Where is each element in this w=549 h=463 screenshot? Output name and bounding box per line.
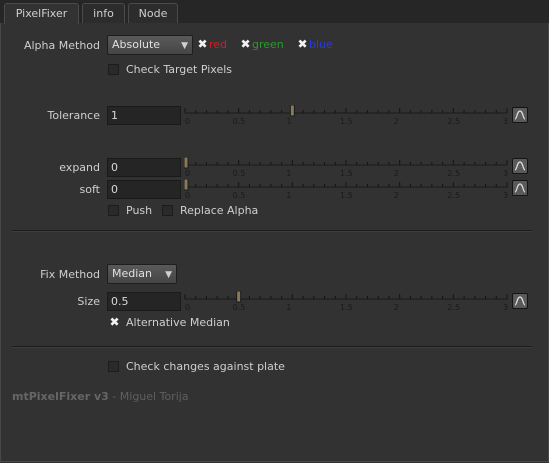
size-input[interactable]: 0.5 [107,292,181,311]
expand-slider[interactable]: 0 0.5 1 1.5 2 2.5 3 [184,157,510,179]
slider-tick-label: 2.5 [447,169,460,178]
slider-tick-label: 2 [394,191,399,200]
slider-tick-label: 1.5 [340,117,353,126]
slider-tick-label: 3 [503,117,508,126]
tab-bar: PixelFixer info Node [0,0,549,24]
soft-slider[interactable]: 0 0.5 1 1.5 2 2.5 3 [184,179,510,201]
slider-tick-label: 2 [394,303,399,312]
slider-tick-label: 1 [286,303,291,312]
footer-author: - Miguel Torija [108,390,189,403]
alpha-method-label: Alpha Method [23,39,100,52]
fix-method-label: Fix Method [40,268,100,281]
footer-title: mtPixelFixer v3 [12,390,109,403]
size-animation-button[interactable] [512,293,528,309]
curve-icon [514,296,526,306]
tab-pixelfixer[interactable]: PixelFixer [4,3,79,24]
slider-handle[interactable] [236,291,242,303]
soft-animation-button[interactable] [512,180,528,196]
soft-label: soft [79,183,100,196]
tab-info[interactable]: info [82,3,125,23]
tolerance-label: Tolerance [47,109,100,122]
soft-input[interactable]: 0 [107,180,181,199]
blue-checkbox[interactable]: ✖ [297,38,308,50]
slider-tick-label: 2 [394,169,399,178]
push-label: Push [126,204,153,217]
slider-tick-label: 2.5 [447,303,460,312]
alternative-median-checkbox[interactable]: ✖ [109,316,120,328]
blue-label: blue [309,38,333,51]
expand-input[interactable]: 0 [107,158,181,177]
slider-tick-label: 2.5 [447,191,460,200]
replace-alpha-label: Replace Alpha [180,204,259,217]
curve-icon [514,183,526,193]
push-checkbox[interactable] [108,205,119,216]
replace-alpha-checkbox[interactable] [162,205,173,216]
size-slider[interactable]: 0 0.5 1 1.5 2 2.5 3 [184,291,510,313]
slider-tick-label: 1 [286,191,291,200]
slider-tick-label: 3 [503,303,508,312]
slider-tick-label: 1 [286,169,291,178]
slider-handle[interactable] [289,105,295,117]
check-changes-checkbox[interactable] [108,361,119,372]
tolerance-slider[interactable]: 0 0.5 1 1.5 2 2.5 3 [184,105,510,127]
expand-animation-button[interactable] [512,158,528,174]
slider-tick-label: 0 [185,191,190,200]
alpha-method-dropdown[interactable]: Absolute ▼ [107,35,193,55]
slider-tick-label: 0.5 [233,303,246,312]
slider-tick-label: 1 [286,117,291,126]
tolerance-input[interactable]: 1 [107,106,181,125]
tolerance-animation-button[interactable] [512,107,528,123]
curve-icon [514,110,526,120]
curve-icon [514,161,526,171]
slider-handle[interactable] [184,157,189,169]
slider-tick-label: 0 [185,169,190,178]
fix-method-value: Median [112,267,153,280]
alpha-method-value: Absolute [112,38,161,51]
slider-tick-label: 0.5 [233,169,246,178]
divider [12,346,532,348]
slider-tick-label: 2.5 [447,117,460,126]
red-label: red [209,38,228,51]
slider-tick-label: 0.5 [233,191,246,200]
red-checkbox[interactable]: ✖ [197,38,208,50]
alternative-median-label: Alternative Median [126,316,230,329]
fix-method-dropdown[interactable]: Median ▼ [107,264,177,284]
slider-tick-label: 1.5 [340,303,353,312]
slider-tick-label: 0 [185,117,190,126]
slider-tick-label: 0.5 [233,117,246,126]
footer-credits: mtPixelFixer v3 - Miguel Torija [12,390,189,403]
green-label: green [252,38,284,51]
check-changes-label: Check changes against plate [126,360,285,373]
slider-tick-label: 3 [503,169,508,178]
slider-tick-label: 3 [503,191,508,200]
slider-tick-label: 2 [394,117,399,126]
check-target-pixels-label: Check Target Pixels [126,63,233,76]
divider [12,230,532,232]
check-target-pixels-checkbox[interactable] [108,64,119,75]
tab-node[interactable]: Node [128,3,178,23]
slider-tick-label: 0 [185,303,190,312]
slider-tick-label: 1.5 [340,191,353,200]
chevron-down-icon: ▼ [165,270,172,280]
expand-label: expand [59,161,100,174]
chevron-down-icon: ▼ [181,41,188,51]
slider-tick-label: 1.5 [340,169,353,178]
green-checkbox[interactable]: ✖ [240,38,251,50]
size-label: Size [77,295,100,308]
slider-handle[interactable] [184,179,189,191]
